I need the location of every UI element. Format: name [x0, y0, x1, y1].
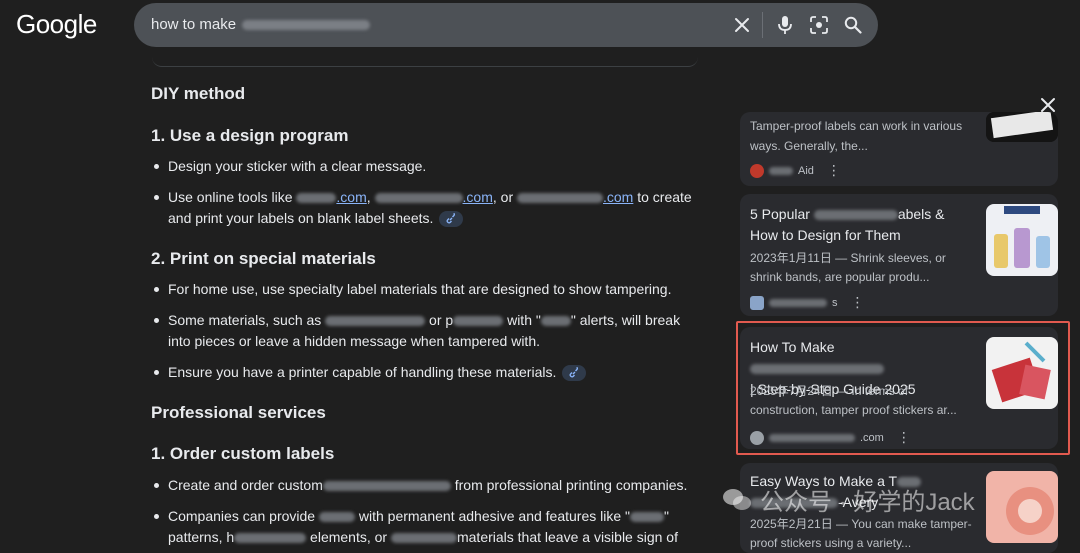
bullet — [154, 370, 159, 375]
search-input[interactable]: how to make — [151, 16, 371, 33]
section-divider — [152, 56, 698, 67]
card-thumbnail[interactable] — [986, 112, 1058, 142]
list-item-text: Design your sticker with a clear message… — [168, 158, 427, 174]
lens-camera-icon[interactable] — [809, 15, 829, 35]
wechat-watermark: 公众号 · 好学的Jack — [722, 482, 975, 517]
card-snippet: 2023年1月11日 — Shrink sleeves, or shrink b… — [750, 251, 946, 284]
bullet — [154, 195, 159, 200]
card-source-name: Aid — [798, 164, 814, 177]
heading-special-materials: 2. Print on special materials — [151, 249, 376, 268]
bullet — [154, 287, 159, 292]
bullet — [154, 164, 159, 169]
source-card[interactable]: Tamper-proof labels can work in various … — [740, 112, 1058, 186]
more-options-icon[interactable]: ⋮ — [827, 162, 841, 179]
heading-professional-services: Professional services — [151, 403, 326, 422]
list-item: Create and order custom from professiona… — [152, 475, 697, 496]
card-thumbnail[interactable] — [986, 204, 1058, 276]
clear-icon[interactable] — [732, 15, 752, 35]
card-source-name: s — [832, 296, 838, 309]
list-item: For home use, use specialty label materi… — [152, 279, 697, 300]
link-tool-1[interactable]: .com — [336, 189, 366, 205]
search-bar[interactable]: how to make — [134, 3, 878, 47]
redacted-query — [242, 20, 371, 31]
list-item-text: For home use, use specialty label materi… — [168, 281, 672, 297]
search-query-text: how to make — [151, 16, 237, 33]
list-item: Use online tools like .com, .com, or .co… — [152, 187, 697, 229]
card-source[interactable]: s ⋮ — [750, 294, 865, 311]
list-item: Design your sticker with a clear message… — [152, 156, 697, 177]
list-item-text: Ensure you have a printer capable of han… — [168, 362, 696, 383]
citation-link-icon[interactable] — [562, 365, 587, 382]
search-icon[interactable] — [843, 15, 863, 35]
bullet — [154, 483, 159, 488]
list-item: Ensure you have a printer capable of han… — [152, 362, 697, 383]
heading-design-program: 1. Use a design program — [151, 126, 349, 145]
source-card[interactable]: 5 Popular abels & How to Design for Them … — [740, 194, 1058, 316]
link-tool-2[interactable]: .com — [463, 189, 493, 205]
list-item: Some materials, such as or p with " " ale… — [152, 310, 697, 352]
citation-link-icon[interactable] — [439, 211, 464, 228]
card-snippet: 2025年2月21日 — You can make tamper-proof s… — [750, 517, 972, 550]
card-snippet: Tamper-proof labels can work in various … — [750, 119, 963, 153]
site-favicon-icon — [750, 163, 764, 178]
microphone-icon[interactable] — [775, 15, 795, 35]
list-item: Companies can provide with permanent adh… — [152, 506, 697, 548]
more-options-icon[interactable]: ⋮ — [851, 294, 865, 311]
site-favicon-icon — [750, 295, 764, 310]
card-source[interactable]: Aid ⋮ — [750, 162, 841, 179]
selection-highlight-box — [736, 321, 1070, 455]
card-thumbnail[interactable] — [986, 471, 1058, 543]
heading-order-labels: 1. Order custom labels — [151, 444, 335, 463]
list-item-text: Some materials, such as or p with " " ale… — [168, 312, 681, 349]
list-item-text: Use online tools like .com, .com, or .co… — [168, 189, 692, 228]
search-divider — [762, 12, 763, 38]
wechat-icon — [723, 488, 751, 510]
watermark-text: 公众号 · 好学的Jack — [760, 489, 975, 516]
bullet — [154, 318, 159, 323]
list-item-text: Companies can provide with permanent adh… — [168, 508, 678, 545]
card-title[interactable]: 5 Popular abels & How to Design for Them — [750, 204, 972, 246]
list-item-text: Create and order custom from professiona… — [168, 477, 688, 493]
google-logo[interactable]: Google — [16, 9, 97, 40]
heading-diy: DIY method — [151, 84, 246, 103]
bullet — [154, 514, 159, 519]
link-tool-3[interactable]: .com — [603, 189, 633, 205]
